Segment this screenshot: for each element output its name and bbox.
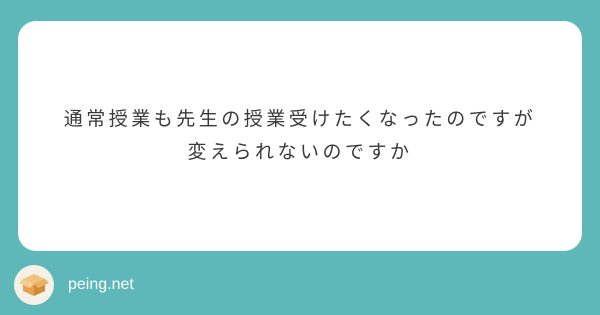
footer: peing.net [14,265,134,305]
brand-name: peing.net [68,276,134,293]
question-text: 通常授業も先生の授業受けたくなったのですが 変えられないのですか [64,103,537,170]
cardboard-box-icon [14,265,54,305]
question-line-1: 通常授業も先生の授業受けたくなったのですが [63,107,537,130]
question-line-2: 変えられないのですか [187,141,413,163]
question-card: 通常授業も先生の授業受けたくなったのですが 変えられないのですか [18,21,582,251]
